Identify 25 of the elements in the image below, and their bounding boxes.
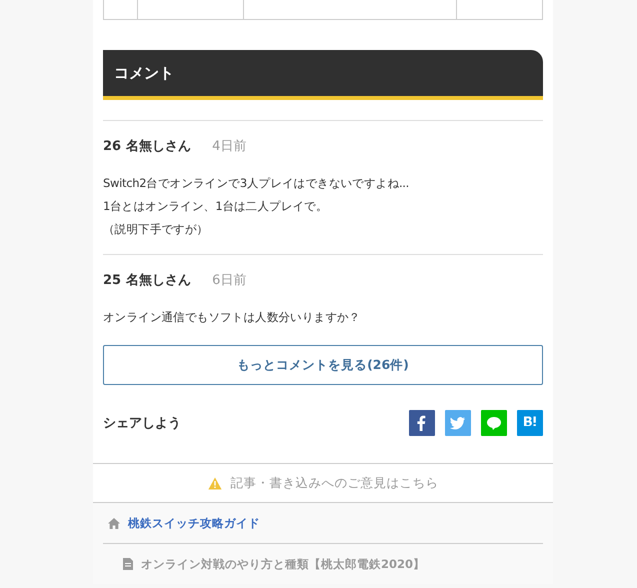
warning-icon <box>208 476 222 490</box>
section-title: コメント <box>114 64 174 82</box>
comment-text: Switch2台でオンラインで3人プレイはできないですよね... <box>103 175 410 192</box>
share-button[interactable] <box>517 410 543 436</box>
facebook-icon <box>417 416 426 431</box>
home-icon <box>108 518 120 528</box>
bird-icon <box>450 417 465 430</box>
comment-text: オンライン通信でもソフトは人数分いりますか？ <box>103 309 362 326</box>
document-icon <box>123 558 133 570</box>
share-label: シェアしよう <box>103 415 181 432</box>
bookmark-icon <box>524 416 536 426</box>
more-comments-button[interactable]: もっとコメントを見る(26件) <box>103 345 543 385</box>
comment-time: 4日前 <box>212 138 246 155</box>
comment-author: 名無しさん <box>126 272 192 289</box>
speech-bubble-icon <box>487 417 501 430</box>
comment-number: 26 <box>103 139 122 154</box>
share-button[interactable] <box>409 410 435 436</box>
comment-text: （説明下手ですが） <box>103 221 210 238</box>
feedback-link[interactable]: 記事・書き込みへのご意見はこちら <box>230 474 438 492</box>
comment-time: 6日前 <box>212 272 246 289</box>
comment-number: 25 <box>103 273 122 288</box>
comment-text: 1台とはオンライン、1台は二人プレイで。 <box>103 198 329 215</box>
breadcrumb-link[interactable]: オンライン対戦のやり方と種類【桃太郎電鉄2020】 <box>141 556 426 572</box>
comment-author: 名無しさん <box>126 138 192 155</box>
breadcrumb-link[interactable]: 桃鉄スイッチ攻略ガイド <box>128 516 260 530</box>
